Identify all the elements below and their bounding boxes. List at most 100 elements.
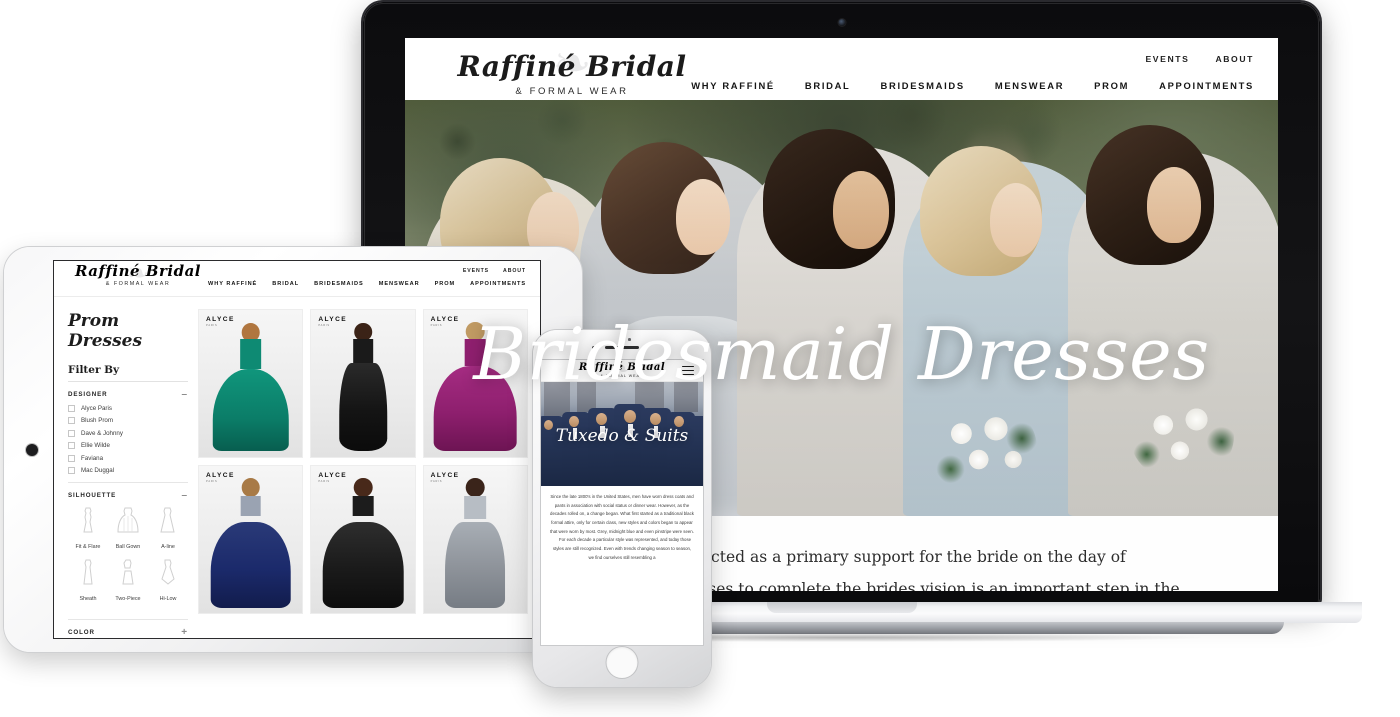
silhouette-hi-low[interactable]: Hi-Low xyxy=(148,559,188,605)
silhouette-label: Two-Piece xyxy=(115,595,141,602)
checkbox-alyce-paris[interactable]: Alyce Paris xyxy=(68,405,188,412)
product-brand-name: ALYCE xyxy=(430,472,460,480)
checkbox-box-icon[interactable] xyxy=(68,454,75,462)
tablet-main-nav: WHY RAFFINÉ BRIDAL BRIDESMAIDS MENSWEAR … xyxy=(208,281,526,287)
desktop-util-about[interactable]: ABOUT xyxy=(1215,54,1254,64)
checkbox-box-icon[interactable] xyxy=(68,405,75,412)
tablet-home-button[interactable] xyxy=(26,443,38,456)
filter-silhouette-header[interactable]: SILHOUETTE – xyxy=(68,490,188,500)
tablet-util-events[interactable]: EVENTS xyxy=(463,268,489,274)
product-photo xyxy=(199,310,303,458)
product-brand-name: ALYCE xyxy=(206,472,235,480)
product-photo xyxy=(423,466,527,614)
filter-group-color: COLOR + xyxy=(68,627,188,637)
desktop-site-header: ❧ Raffiné Bridal & FORMAL WEAR EVENTS AB… xyxy=(405,38,1278,100)
logo-brand-name: Raffiné Bridal xyxy=(457,50,687,83)
desktop-nav-bridesmaids[interactable]: BRIDESMAIDS xyxy=(881,80,965,91)
phone-hero-groomsman-head xyxy=(649,413,661,425)
filter-silhouette-collapse-icon[interactable]: – xyxy=(182,490,188,500)
checkbox-box-icon[interactable] xyxy=(68,466,75,474)
dress-two-piece-icon xyxy=(122,559,134,585)
desktop-nav-why-raffine[interactable]: WHY RAFFINÉ xyxy=(691,80,775,91)
silhouette-fit-and-flare[interactable]: Fit & Flare xyxy=(68,507,108,553)
laptop-webcam-icon xyxy=(838,19,845,26)
tablet-nav-bridesmaids[interactable]: BRIDESMAIDS xyxy=(314,281,364,287)
checkbox-box-icon[interactable] xyxy=(68,429,75,437)
checkbox-faviana[interactable]: Faviana xyxy=(68,454,188,462)
desktop-hero-title: Bridesmaid Dresses xyxy=(473,312,1210,396)
silhouette-label: Ball Gown xyxy=(115,543,141,550)
phone-home-button[interactable] xyxy=(606,647,638,678)
checkbox-mac-duggal[interactable]: Mac Duggal xyxy=(68,466,188,474)
product-brand: ALYCE PARIS xyxy=(431,472,460,483)
tablet-logo[interactable]: ❧ Raffiné Bridal & FORMAL WEAR xyxy=(68,261,208,287)
phone-body-copy: Since the late 1800's in the United Stat… xyxy=(541,486,703,563)
checkbox-label: Blush Prom xyxy=(81,417,113,425)
product-card[interactable]: ALYCE PARIS xyxy=(198,465,304,615)
product-brand-name: ALYCE xyxy=(318,472,348,480)
product-card[interactable]: ALYCE PARIS xyxy=(310,309,416,459)
product-card[interactable]: ALYCE PARIS xyxy=(198,309,304,459)
product-brand-name: ALYCE xyxy=(206,316,235,323)
checkbox-ellie-wilde[interactable]: Ellie Wilde xyxy=(68,442,188,450)
desktop-nav-prom[interactable]: PROM xyxy=(1094,80,1129,91)
tablet-nav-bridal[interactable]: BRIDAL xyxy=(272,281,299,287)
checkbox-label: Mac Duggal xyxy=(81,466,115,474)
product-brand: ALYCE PARIS xyxy=(206,316,235,327)
desktop-logo[interactable]: ❧ Raffiné Bridal & FORMAL WEAR xyxy=(447,40,697,100)
phone-screen: ❧ Raffiné Bridal & FORMAL WEAR Tuxedo & … xyxy=(541,360,703,645)
product-brand-sub: PARIS xyxy=(430,479,443,483)
desktop-nav-menswear[interactable]: MENSWEAR xyxy=(995,80,1064,91)
dress-fit-flare-icon xyxy=(83,507,93,533)
tablet-nav-why-raffine[interactable]: WHY RAFFINÉ xyxy=(208,281,257,287)
logo-brand-name: Raffiné Bridal xyxy=(75,262,201,280)
checkbox-blush-prom[interactable]: Blush Prom xyxy=(68,417,188,425)
product-photo xyxy=(311,466,415,614)
checkbox-label: Faviana xyxy=(81,454,104,462)
silhouette-sheath[interactable]: Sheath xyxy=(68,559,108,605)
silhouette-a-line[interactable]: A-line xyxy=(148,507,188,553)
tablet-device: ❧ Raffiné Bridal & FORMAL WEAR EVENTS AB… xyxy=(4,247,582,652)
desktop-nav-bridal[interactable]: BRIDAL xyxy=(805,80,851,91)
desktop-nav-appointments[interactable]: APPOINTMENTS xyxy=(1159,80,1254,91)
filter-designer-label: DESIGNER xyxy=(68,391,108,398)
product-card[interactable]: ALYCE PARIS xyxy=(422,465,528,615)
checkbox-box-icon[interactable] xyxy=(68,417,75,425)
tablet-filter-sidebar: Prom Dresses Filter By DESIGNER – Alyce … xyxy=(68,307,188,638)
dress-hi-low-icon xyxy=(161,559,176,585)
desktop-util-events[interactable]: EVENTS xyxy=(1145,54,1189,64)
tablet-nav-prom[interactable]: PROM xyxy=(435,281,456,287)
filter-group-designer: DESIGNER – Alyce Paris Blush Prom Dave &… xyxy=(68,390,188,474)
product-photo xyxy=(199,466,303,614)
checkbox-box-icon[interactable] xyxy=(68,442,75,450)
tablet-util-about[interactable]: ABOUT xyxy=(503,268,526,274)
filter-designer-header[interactable]: DESIGNER – xyxy=(68,390,188,400)
filter-silhouette-label: SILHOUETTE xyxy=(68,491,117,499)
filter-group-silhouette: SILHOUETTE – Fit & Flare Ball Gown A-lin… xyxy=(68,490,188,611)
silhouette-ball-gown[interactable]: Ball Gown xyxy=(108,507,148,553)
logo-tagline: & FORMAL WEAR xyxy=(515,86,629,97)
filter-designer-collapse-icon[interactable]: – xyxy=(182,390,188,400)
filter-divider xyxy=(68,481,188,483)
laptop-base-notch xyxy=(766,602,917,613)
filter-divider xyxy=(68,618,188,620)
product-brand: ALYCE PARIS xyxy=(318,472,347,483)
tablet-nav-menswear[interactable]: MENSWEAR xyxy=(379,281,420,287)
tablet-page-title: Prom Dresses xyxy=(68,311,143,351)
product-card[interactable]: ALYCE PARIS xyxy=(310,465,416,615)
tablet-nav-appointments[interactable]: APPOINTMENTS xyxy=(470,281,526,287)
checkbox-label: Dave & Johnny xyxy=(81,429,123,437)
checkbox-dave-johnny[interactable]: Dave & Johnny xyxy=(68,429,188,437)
filter-designer-options: Alyce Paris Blush Prom Dave & Johnny Ell… xyxy=(68,405,188,474)
silhouette-two-piece[interactable]: Two-Piece xyxy=(108,559,148,605)
product-brand-name: ALYCE xyxy=(318,316,348,323)
filter-silhouette-options: Fit & Flare Ball Gown A-line Sheath Two-… xyxy=(68,507,188,611)
filter-color-expand-icon[interactable]: + xyxy=(181,627,188,637)
product-brand: ALYCE PARIS xyxy=(206,472,235,483)
checkbox-label: Alyce Paris xyxy=(81,405,112,412)
phone-hero-banner: Tuxedo & Suits xyxy=(541,382,703,486)
silhouette-label: A-line xyxy=(161,543,175,550)
filter-color-header[interactable]: COLOR + xyxy=(68,627,188,637)
device-mockup-scene: ❧ Raffiné Bridal & FORMAL WEAR EVENTS AB… xyxy=(0,0,1400,717)
dress-a-line-icon xyxy=(160,507,176,533)
